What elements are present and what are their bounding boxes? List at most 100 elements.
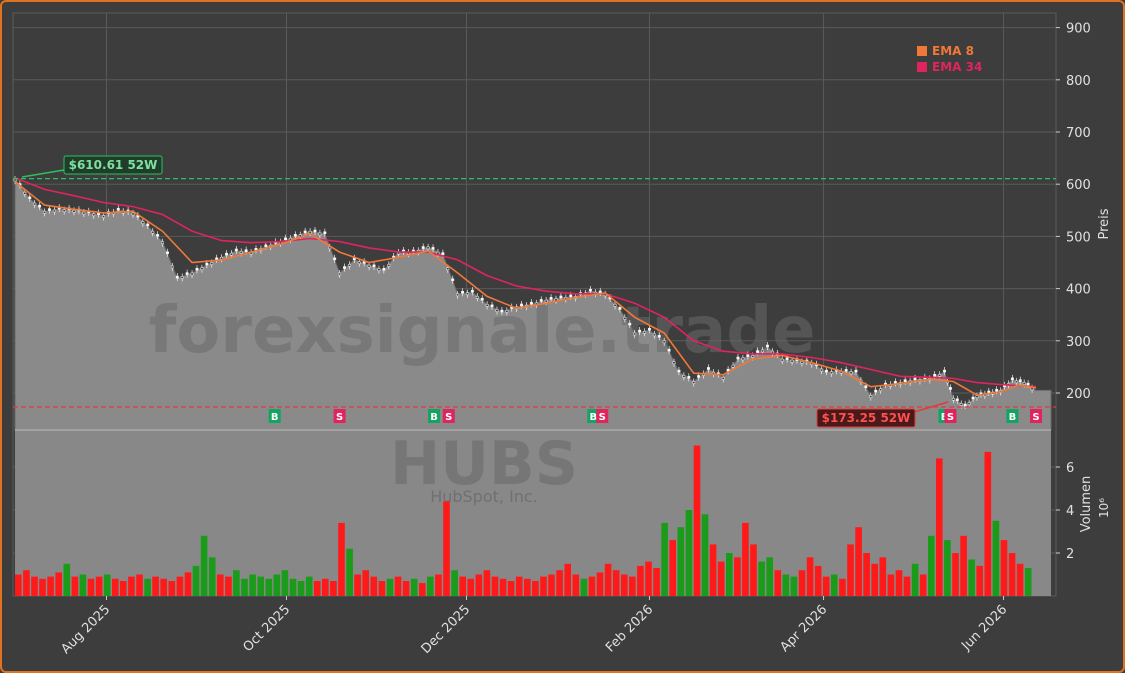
volume-bar	[184, 572, 192, 597]
volume-bar	[120, 581, 127, 596]
candle-body	[825, 369, 828, 373]
candle-body	[618, 307, 622, 310]
volume-bar	[928, 535, 935, 596]
volume-bar	[822, 576, 830, 596]
volume-bar	[491, 576, 499, 596]
candle-body	[343, 266, 346, 269]
volume-bar	[976, 565, 983, 596]
volume-bar	[895, 570, 903, 596]
legend-swatch	[917, 46, 927, 56]
volume-bar	[992, 520, 1000, 597]
signal-label: S	[336, 412, 343, 423]
candle-body	[951, 397, 955, 401]
volume-bar	[386, 578, 394, 596]
volume-bar	[984, 451, 992, 596]
volume-axis-label: Volumen	[1079, 476, 1094, 533]
chart-frame: forexsignale.trade HUBS HubSpot, Inc. $6…	[0, 0, 1125, 673]
candle-body	[387, 263, 391, 267]
candle-body	[475, 296, 479, 299]
candle-body	[323, 231, 327, 235]
volume-bar	[669, 540, 676, 596]
volume-bar	[419, 583, 426, 596]
price-tick-label: 900	[1066, 22, 1091, 37]
volume-bar	[758, 561, 765, 596]
volume-bar	[677, 527, 685, 596]
candle-body	[72, 210, 76, 213]
volume-bar	[168, 581, 176, 596]
price-tick-label: 800	[1066, 74, 1091, 89]
volume-bar	[540, 576, 547, 596]
candle-body	[161, 241, 164, 244]
candle-body	[721, 377, 725, 380]
candle-body	[647, 328, 651, 331]
volume-bar	[734, 557, 741, 596]
volume-bar	[653, 568, 660, 596]
volume-bar	[249, 574, 256, 596]
candle-body	[28, 196, 32, 200]
volume-bar	[952, 553, 959, 596]
volume-bar	[782, 574, 790, 596]
signal-label: B	[430, 412, 438, 423]
volume-bar	[95, 576, 103, 596]
candle-body	[495, 309, 499, 312]
x-tick-label: Dec 2025	[419, 602, 474, 657]
volume-bar	[435, 574, 442, 596]
candle-body	[687, 376, 691, 379]
volume-bar	[370, 576, 378, 596]
candle-body	[170, 265, 174, 269]
candle-body	[613, 304, 617, 307]
volume-bar	[225, 576, 232, 596]
candle-body	[559, 295, 563, 299]
legend-swatch	[917, 62, 927, 72]
volume-bar	[79, 574, 87, 596]
candle-body	[643, 330, 646, 334]
volume-bar	[661, 522, 668, 596]
candle-body	[800, 361, 804, 364]
volume-bar	[71, 576, 79, 596]
candle-body	[1026, 382, 1030, 386]
site-watermark: forexsignale.trade	[149, 294, 816, 368]
candle-body	[756, 350, 760, 353]
price-tick-label: 600	[1066, 178, 1091, 193]
volume-bar	[410, 578, 418, 596]
volume-bar	[831, 574, 838, 596]
x-tick-label: Oct 2025	[240, 602, 293, 655]
candle-body	[229, 252, 233, 256]
candle-body	[948, 387, 952, 390]
candle-body	[598, 290, 602, 294]
candle-body	[1010, 377, 1014, 381]
volume-bar	[685, 510, 693, 596]
volume-bar	[112, 578, 119, 596]
volume-bar	[798, 570, 806, 596]
candle-body	[377, 268, 381, 271]
signal-label: S	[1032, 412, 1039, 423]
candle-body	[829, 371, 833, 375]
volume-bar	[192, 565, 200, 596]
volume-bar	[394, 576, 402, 596]
price-tick-label: 700	[1066, 126, 1091, 141]
volume-bar	[176, 576, 184, 596]
candle-body	[141, 221, 145, 224]
high-52w-label: $610.61 52W	[69, 158, 158, 172]
x-tick-label: Jun 2026	[958, 602, 1010, 654]
candle-body	[131, 212, 135, 216]
candle-body	[967, 402, 971, 405]
price-axis-label: Preis	[1097, 208, 1112, 239]
volume-bar	[499, 578, 507, 596]
candle-body	[746, 354, 750, 357]
candle-body	[785, 357, 789, 360]
volume-bar	[257, 576, 264, 596]
legend-label: EMA 34	[932, 60, 982, 74]
candle-body	[338, 272, 342, 276]
x-tick-label: Aug 2025	[58, 602, 113, 657]
volume-bar	[645, 561, 652, 596]
candle-body	[995, 388, 999, 392]
candle-body	[943, 369, 946, 373]
volume-bar	[459, 576, 466, 596]
candle-body	[500, 309, 504, 313]
candle-body	[790, 359, 794, 363]
volume-bar	[273, 574, 281, 596]
candle-body	[151, 230, 155, 234]
signal-label: B	[1009, 412, 1017, 423]
candle-body	[446, 267, 450, 271]
